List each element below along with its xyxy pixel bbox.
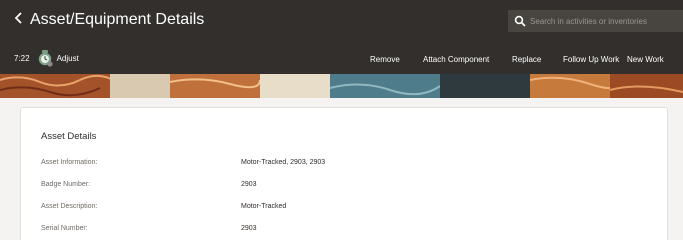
header-bar: Asset/Equipment Details 7:22 Adjust Remo… bbox=[0, 0, 683, 74]
remove-button[interactable]: Remove bbox=[370, 55, 400, 64]
chevron-left-icon bbox=[14, 12, 22, 24]
serial-number-label: Serial Number: bbox=[41, 225, 88, 232]
follow-up-work-button[interactable]: Follow Up Work bbox=[563, 55, 619, 64]
action-toolbar: Remove Attach Component Replace Follow U… bbox=[0, 55, 683, 67]
replace-button[interactable]: Replace bbox=[512, 55, 541, 64]
new-work-button[interactable]: New Work bbox=[627, 55, 664, 64]
banner-pattern bbox=[0, 74, 683, 98]
badge-number-value: 2903 bbox=[241, 181, 257, 188]
badge-number-label: Badge Number: bbox=[41, 181, 91, 188]
decorative-banner bbox=[0, 74, 683, 98]
asset-description-label: Asset Description: bbox=[41, 203, 98, 210]
back-button[interactable] bbox=[14, 11, 30, 29]
asset-details-title: Asset Details bbox=[41, 131, 97, 142]
search-icon bbox=[514, 15, 526, 27]
asset-description-value: Motor-Tracked bbox=[241, 203, 287, 210]
search-input[interactable] bbox=[530, 16, 678, 26]
asset-information-value: Motor-Tracked, 2903, 2903 bbox=[241, 159, 326, 166]
title-row: Asset/Equipment Details bbox=[14, 10, 204, 30]
attach-component-button[interactable]: Attach Component bbox=[423, 55, 489, 64]
search-field[interactable] bbox=[508, 10, 683, 32]
asset-information-label: Asset Information: bbox=[41, 159, 98, 166]
serial-number-value: 2903 bbox=[241, 225, 257, 232]
asset-details-card: Asset Details Asset Information: Motor-T… bbox=[20, 107, 668, 240]
page-title: Asset/Equipment Details bbox=[30, 11, 205, 28]
